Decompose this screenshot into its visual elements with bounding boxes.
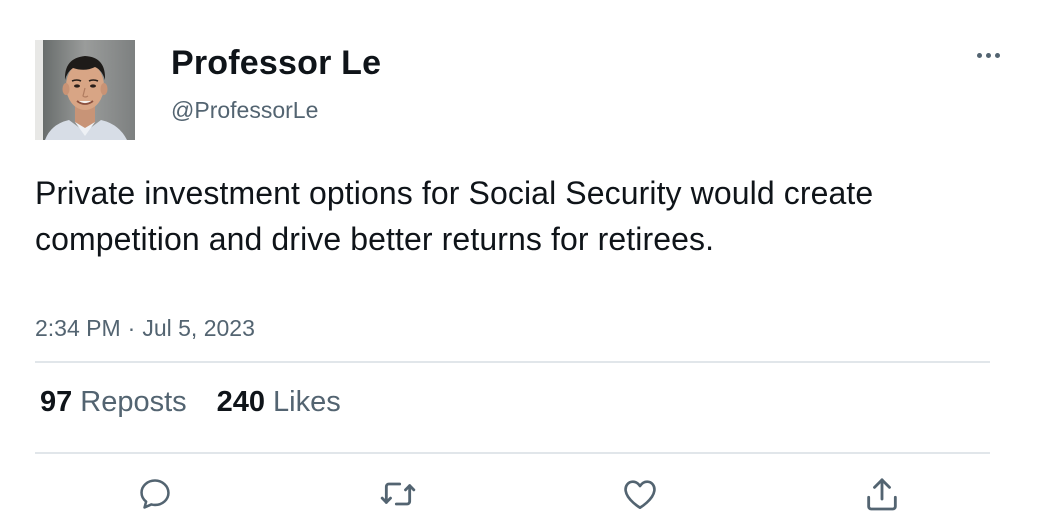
share-button[interactable] [860,472,904,516]
more-dot-icon [985,52,991,58]
more-dot-icon [994,52,1000,58]
reposts-label: Reposts [80,386,187,418]
repost-icon [380,482,416,506]
share-icon [867,478,897,511]
likes-stat[interactable]: 240 Likes [217,386,341,419]
divider [35,361,990,363]
likes-label: Likes [273,386,341,418]
reposts-stat[interactable]: 97 Reposts [40,386,187,419]
tweet-time: 2:34 PM [35,315,121,341]
reply-button[interactable] [133,472,177,516]
heart-icon [624,480,656,509]
engagement-stats: 97 Reposts 240 Likes [40,386,341,419]
timestamp-separator: · [127,315,136,341]
reposts-count: 97 [40,386,73,418]
like-button[interactable] [618,472,662,516]
tweet-date: Jul 5, 2023 [142,315,255,341]
tweet-text: Private investment options for Social Se… [35,175,874,257]
tweet-card: Professor Le @ProfessorLe Private invest… [0,0,1050,525]
repost-button[interactable] [376,472,420,516]
author-name[interactable]: Professor Le [171,44,381,83]
profile-photo [35,40,135,140]
reply-icon [140,479,170,509]
more-dot-icon [976,52,982,58]
divider [35,452,990,454]
more-options-button[interactable] [968,40,1008,70]
tweet-timestamp[interactable]: 2:34 PM · Jul 5, 2023 [35,315,255,342]
author-handle[interactable]: @ProfessorLe [171,97,318,124]
likes-count: 240 [216,386,266,418]
avatar[interactable] [35,40,135,140]
